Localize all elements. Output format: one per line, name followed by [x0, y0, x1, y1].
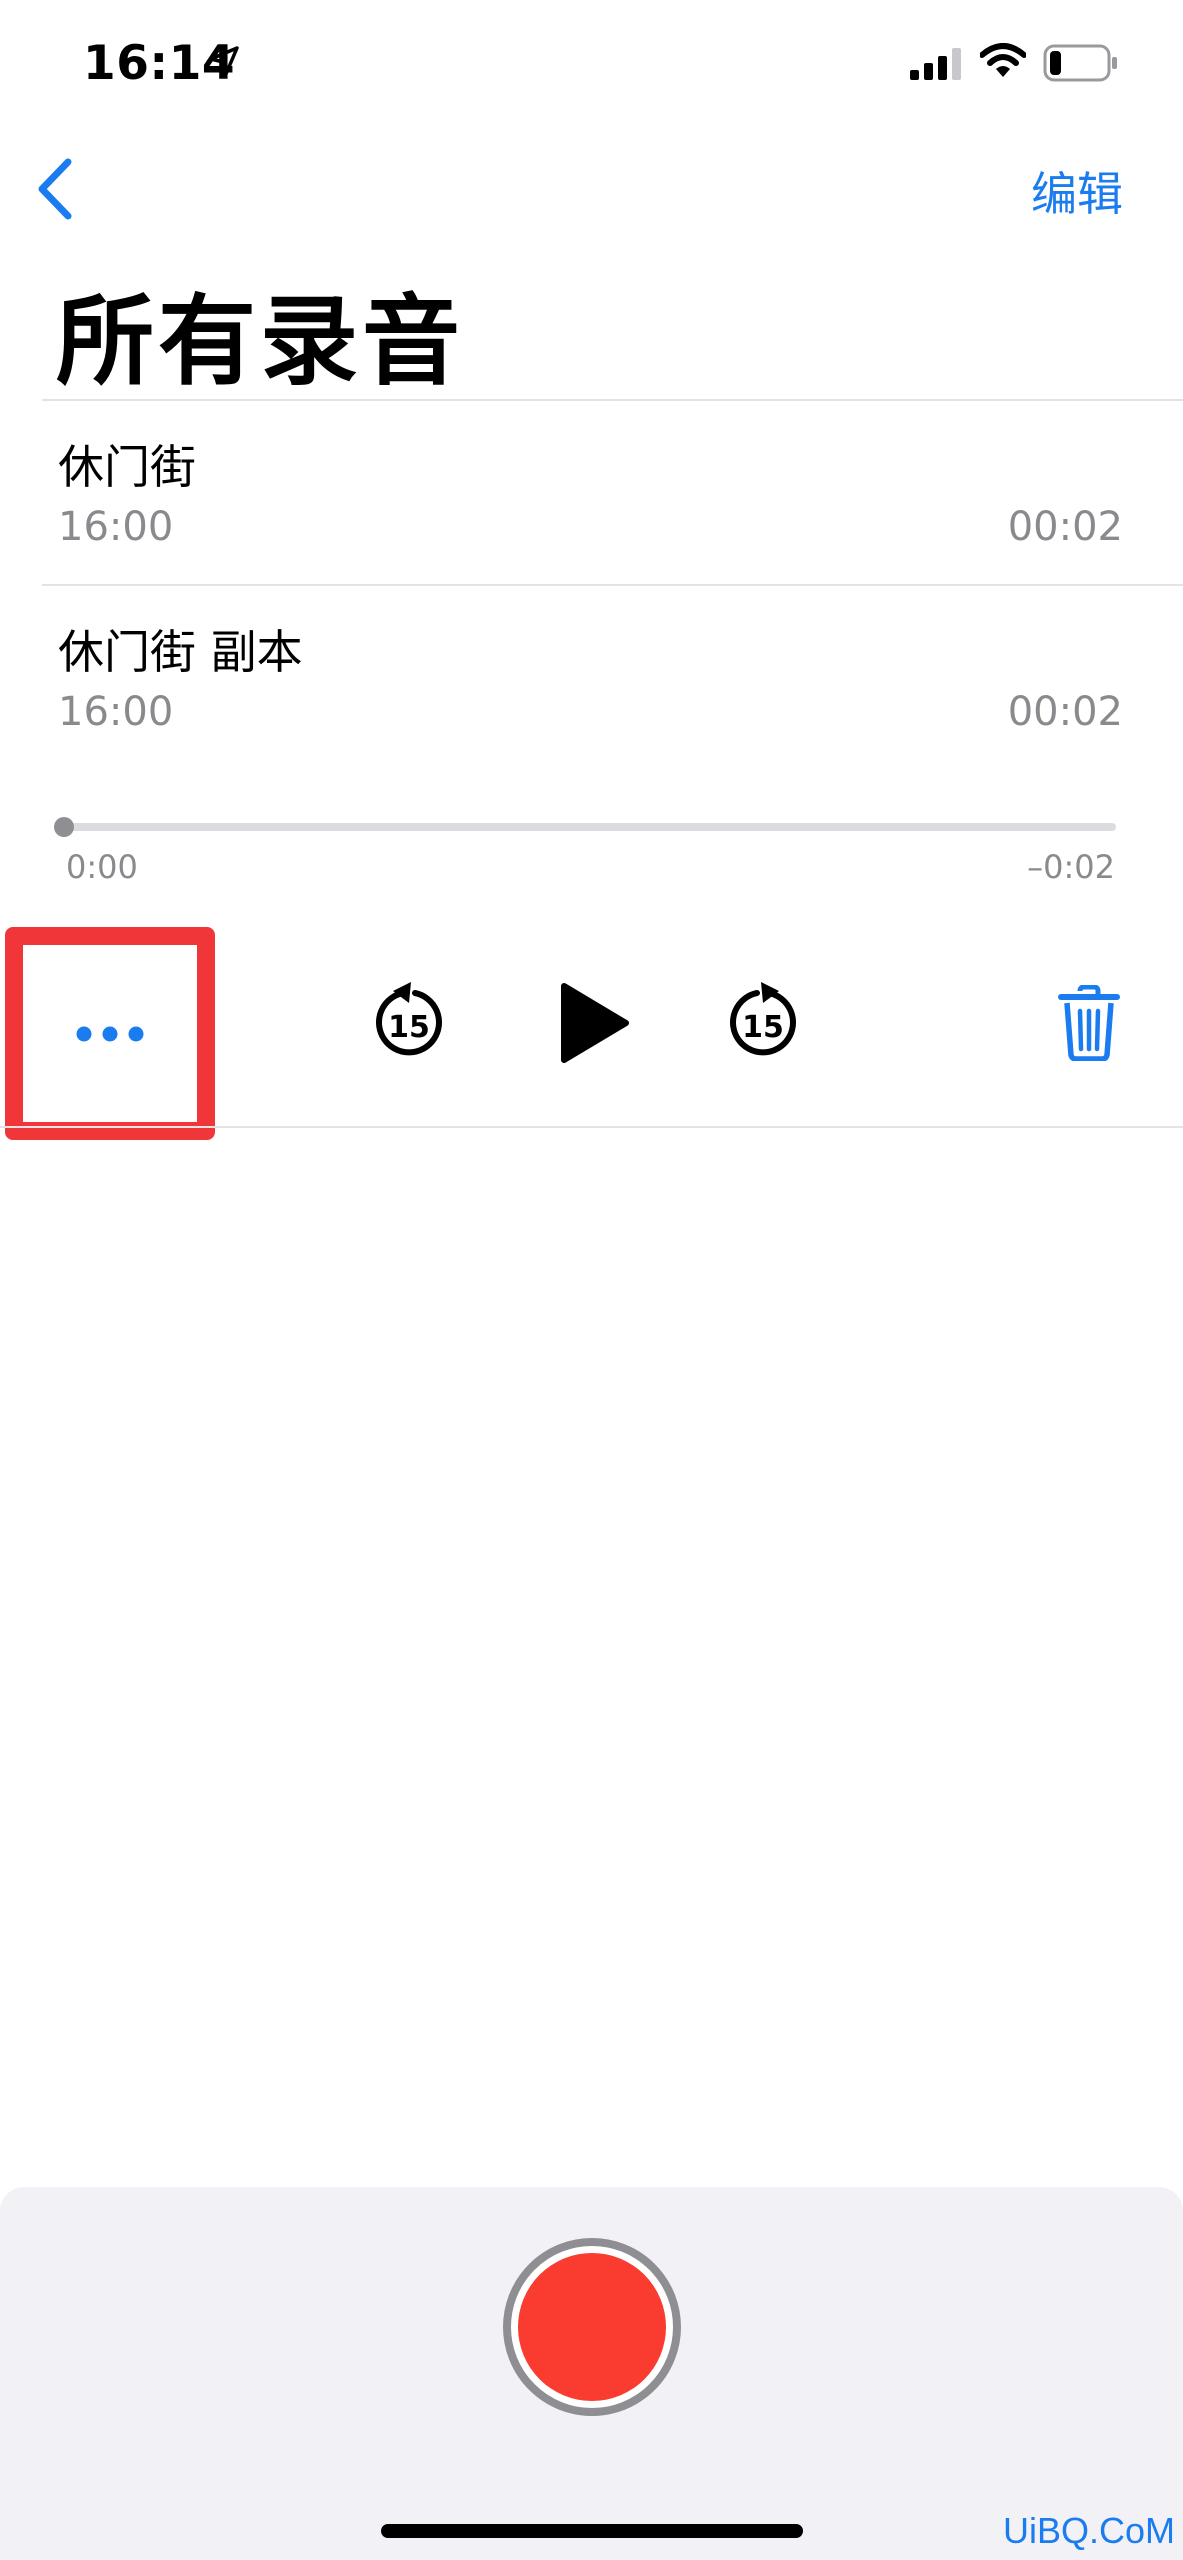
recording-name: 休门街 副本: [58, 625, 303, 679]
recording-row-expanded[interactable]: 休门街 副本 16:00 00:02: [0, 586, 1183, 770]
play-button[interactable]: [556, 980, 632, 1066]
edit-button[interactable]: 编辑: [1031, 158, 1123, 224]
recording-duration: 00:02: [1007, 689, 1123, 735]
skip-forward-seconds: 15: [742, 1010, 784, 1045]
recording-row[interactable]: 休门街 16:00 00:02: [0, 401, 1183, 585]
remaining-time: –0:02: [1027, 848, 1115, 886]
more-options-button[interactable]: [5, 927, 215, 1140]
playback-scrubber[interactable]: [64, 823, 1116, 831]
record-icon: [518, 2253, 666, 2401]
record-button[interactable]: [503, 2238, 681, 2416]
cellular-signal-icon: [910, 48, 961, 80]
skip-back-seconds: 15: [388, 1010, 430, 1045]
battery-icon: [1043, 44, 1117, 82]
home-indicator[interactable]: [381, 2524, 803, 2538]
skip-forward-15-icon[interactable]: 15: [725, 981, 801, 1061]
recording-time: 16:00: [58, 689, 174, 735]
elapsed-time: 0:00: [66, 848, 138, 886]
scrubber-knob[interactable]: [54, 817, 74, 837]
divider: [0, 1126, 1183, 1128]
more-icon: [76, 1026, 144, 1041]
page-title: 所有录音: [56, 285, 465, 399]
wifi-icon: [980, 43, 1026, 77]
voice-memos-screen: 16:14 编辑 所有录音 休门街 16:00 00:02 休门街 副本 16:…: [0, 0, 1183, 2560]
recording-time: 16:00: [58, 504, 174, 550]
back-button[interactable]: [30, 156, 80, 222]
recording-duration: 00:02: [1007, 504, 1123, 550]
skip-back-15-icon[interactable]: 15: [371, 981, 447, 1061]
location-arrow-icon: [209, 46, 239, 76]
watermark: UiBQ.CoM: [1002, 2510, 1175, 2551]
recording-name: 休门街: [58, 440, 196, 494]
trash-icon[interactable]: [1058, 985, 1120, 1061]
